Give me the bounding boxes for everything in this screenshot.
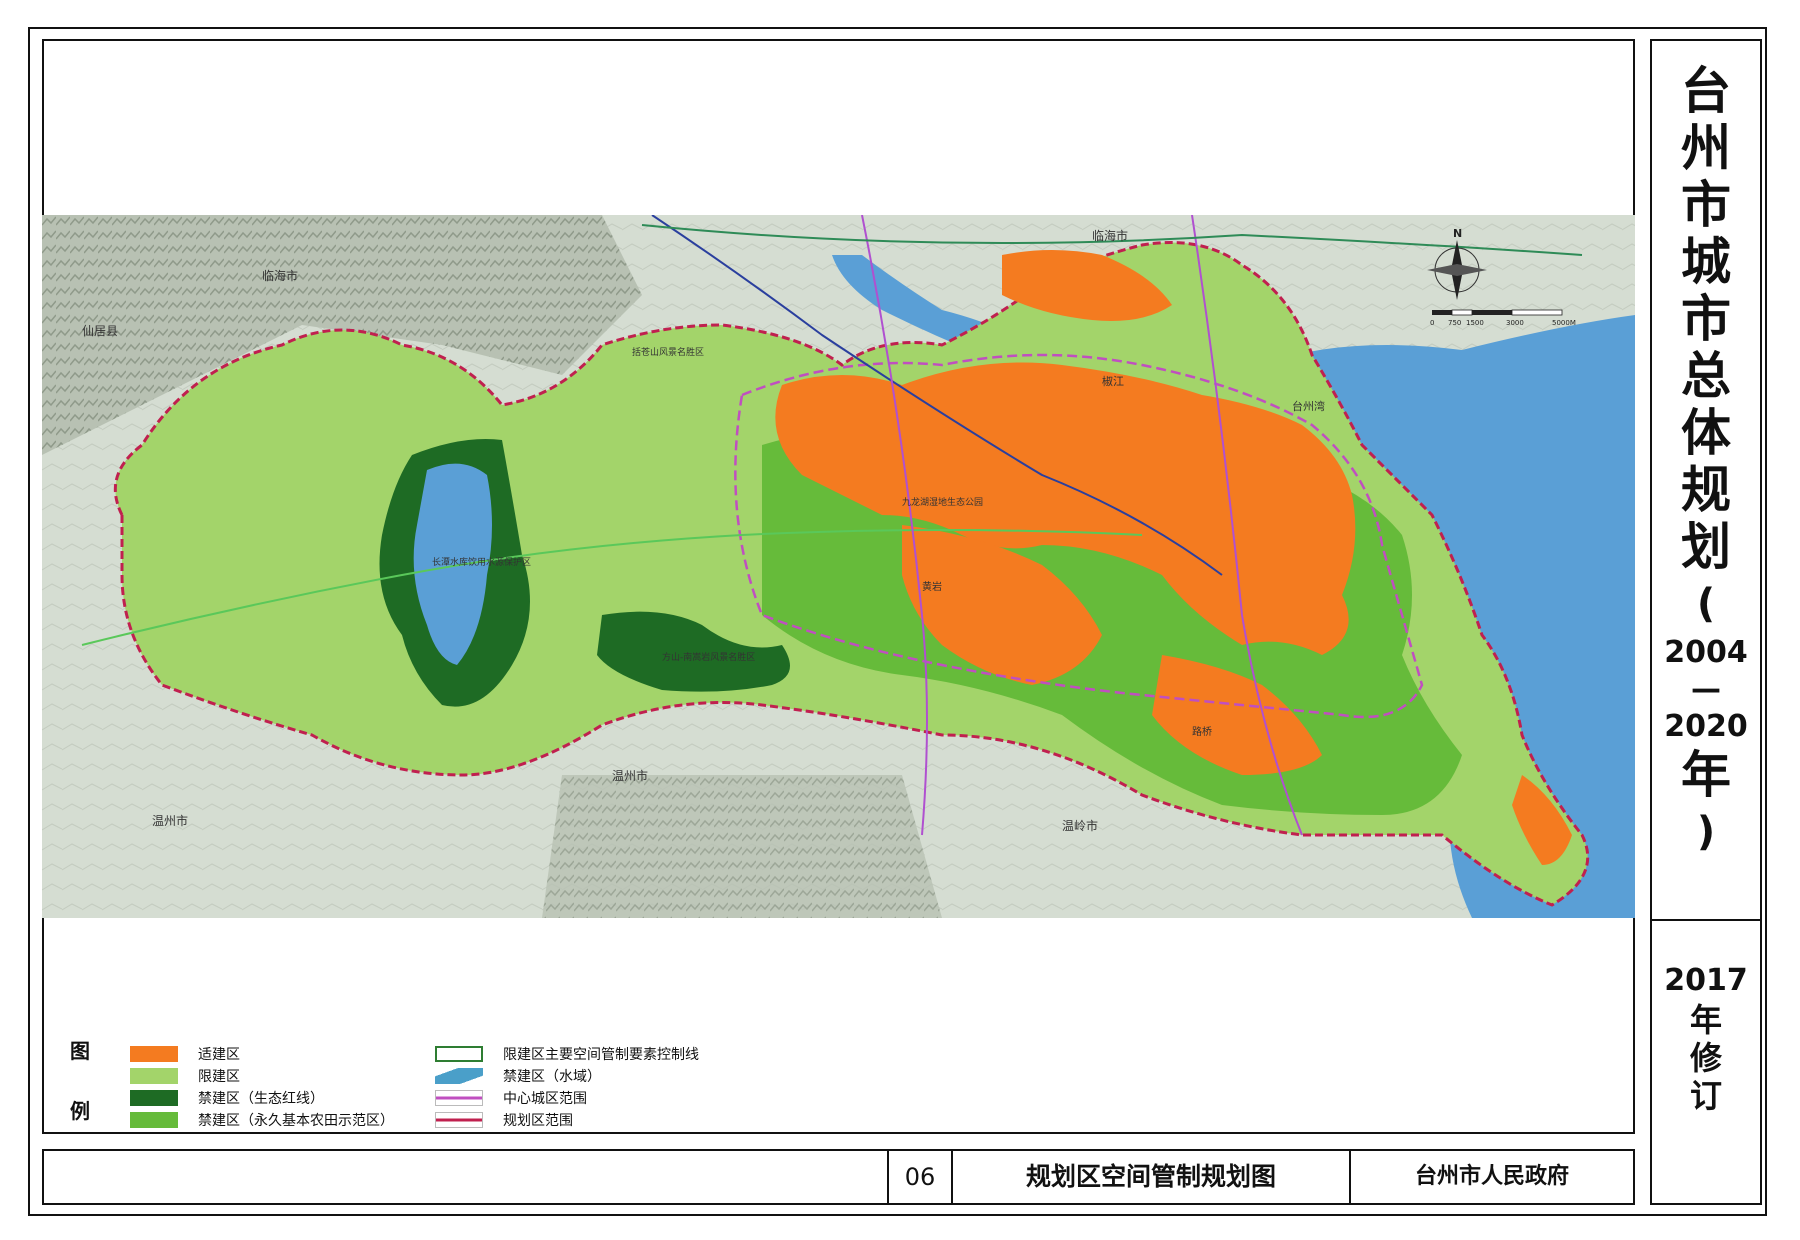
label-fangshan: 方山-南嵩岩风景名胜区 <box>662 651 755 663</box>
legend-item-planning-area: 规划区范围 <box>435 1111 573 1129</box>
label-wenzhou-1: 温州市 <box>612 768 648 783</box>
legend-swatch-suitable <box>130 1046 178 1062</box>
revision-char: 年 <box>1689 1001 1722 1039</box>
mountain-terrain-south <box>542 775 942 918</box>
title-char: 划 <box>1681 518 1731 576</box>
legend-label-planning-area: 规划区范围 <box>503 1113 573 1129</box>
legend-swatch-restricted <box>130 1068 178 1084</box>
sheet-number: 06 <box>887 1151 953 1203</box>
legend-swatch-central-city <box>435 1090 483 1106</box>
legend-swatch-forbidden-eco <box>130 1090 178 1106</box>
title-char: 州 <box>1681 119 1731 177</box>
title-char: 体 <box>1681 404 1731 462</box>
authority-name: 台州市人民政府 <box>1414 1164 1569 1189</box>
title-panel: 台 州 市 城 市 总 体 规 划 ( 2004 — 2020 年 ) 2017… <box>1650 39 1762 1205</box>
revision-text: 年 修 订 <box>1652 1001 1760 1115</box>
legend-item-suitable: 适建区 <box>130 1045 240 1063</box>
legend-label-forbidden-farm: 禁建区（永久基本农田示范区） <box>198 1113 394 1129</box>
legend-label-central-city: 中心城区范围 <box>503 1091 587 1107</box>
sheet-title: 规划区空间管制规划图 <box>953 1151 1351 1203</box>
legend-heading-1: 图 <box>70 1039 90 1063</box>
title-block: 06 规划区空间管制规划图 台州市人民政府 <box>42 1149 1635 1205</box>
title-char: 台 <box>1681 62 1731 120</box>
label-wenling: 温岭市 <box>1062 818 1098 833</box>
title-char: 市 <box>1681 176 1731 234</box>
title-char: 年 <box>1681 746 1731 804</box>
label-kuocang: 括苍山风景名胜区 <box>632 346 704 358</box>
legend-swatch-planning-area <box>435 1112 483 1128</box>
map-svg: 临海市 临海市 仙居县 温州市 温州市 温岭市 椒江 台州湾 长潭水库饮用水源保… <box>42 215 1635 918</box>
title-char: ( <box>1696 581 1716 627</box>
legend-item-forbidden-farm: 禁建区（永久基本农田示范区） <box>130 1111 394 1129</box>
label-taizhou-bay: 台州湾 <box>1292 399 1325 413</box>
title-divider <box>1652 919 1760 921</box>
legend-label-restricted: 限建区 <box>198 1069 240 1085</box>
scale-label-750: 750 <box>1448 319 1461 327</box>
label-wenzhou-2: 温州市 <box>152 813 188 828</box>
legend-heading-2: 例 <box>70 1099 90 1123</box>
title-char: 总 <box>1681 347 1731 405</box>
scale-label-3000: 3000 <box>1506 319 1524 327</box>
label-linhai-2: 临海市 <box>1092 228 1128 243</box>
legend-swatch-forbidden-farm <box>130 1112 178 1128</box>
legend-label-water: 禁建区（水域） <box>503 1069 601 1085</box>
legend-item-central-city: 中心城区范围 <box>435 1089 587 1107</box>
title-year-start: 2004 <box>1664 635 1748 670</box>
title-year-end: 2020 <box>1664 709 1748 744</box>
legend-label-suitable: 适建区 <box>198 1047 240 1063</box>
label-xianju: 仙居县 <box>82 324 118 338</box>
map-canvas[interactable]: 临海市 临海市 仙居县 温州市 温州市 温岭市 椒江 台州湾 长潭水库饮用水源保… <box>42 215 1635 918</box>
scale-label-5000: 5000M <box>1552 319 1576 327</box>
label-huangyan: 黄岩 <box>922 580 942 593</box>
legend-label-forbidden-eco: 禁建区（生态红线） <box>198 1091 324 1107</box>
title-char: 规 <box>1681 461 1731 519</box>
revision-char: 订 <box>1689 1077 1722 1115</box>
map-title-vertical: 台 州 市 城 市 总 体 规 划 ( 2004 — 2020 年 ) <box>1652 63 1760 861</box>
revision-char: 修 <box>1689 1039 1722 1077</box>
scale-label-0: 0 <box>1430 319 1434 327</box>
legend-swatch-water <box>435 1068 483 1084</box>
label-jiaojiang: 椒江 <box>1102 374 1124 388</box>
title-dash: — <box>1691 672 1721 707</box>
map-legend: 图 例 适建区 限建区 禁建区（生态红线） 禁建区（永久基本农田示范区） 限建区… <box>70 1035 970 1135</box>
title-char: ) <box>1696 809 1716 855</box>
label-jiulong: 九龙湖湿地生态公园 <box>902 496 983 508</box>
legend-item-water: 禁建区（水域） <box>435 1067 601 1085</box>
scale-label-1500: 1500 <box>1466 319 1484 327</box>
revision-year: 2017 <box>1664 963 1748 998</box>
legend-item-restricted: 限建区 <box>130 1067 240 1085</box>
title-char: 城 <box>1681 233 1731 291</box>
compass-north-label: N <box>1453 227 1462 240</box>
legend-item-forbidden-eco: 禁建区（生态红线） <box>130 1089 324 1107</box>
label-luqiao: 路桥 <box>1192 725 1212 738</box>
legend-item-control-line: 限建区主要空间管制要素控制线 <box>435 1045 699 1063</box>
title-char: 市 <box>1681 290 1731 348</box>
label-linhai-1: 临海市 <box>262 268 298 283</box>
legend-label-control-line: 限建区主要空间管制要素控制线 <box>503 1047 699 1063</box>
label-changtan: 长潭水库饮用水源保护区 <box>432 556 531 568</box>
legend-swatch-control-line <box>435 1046 483 1062</box>
